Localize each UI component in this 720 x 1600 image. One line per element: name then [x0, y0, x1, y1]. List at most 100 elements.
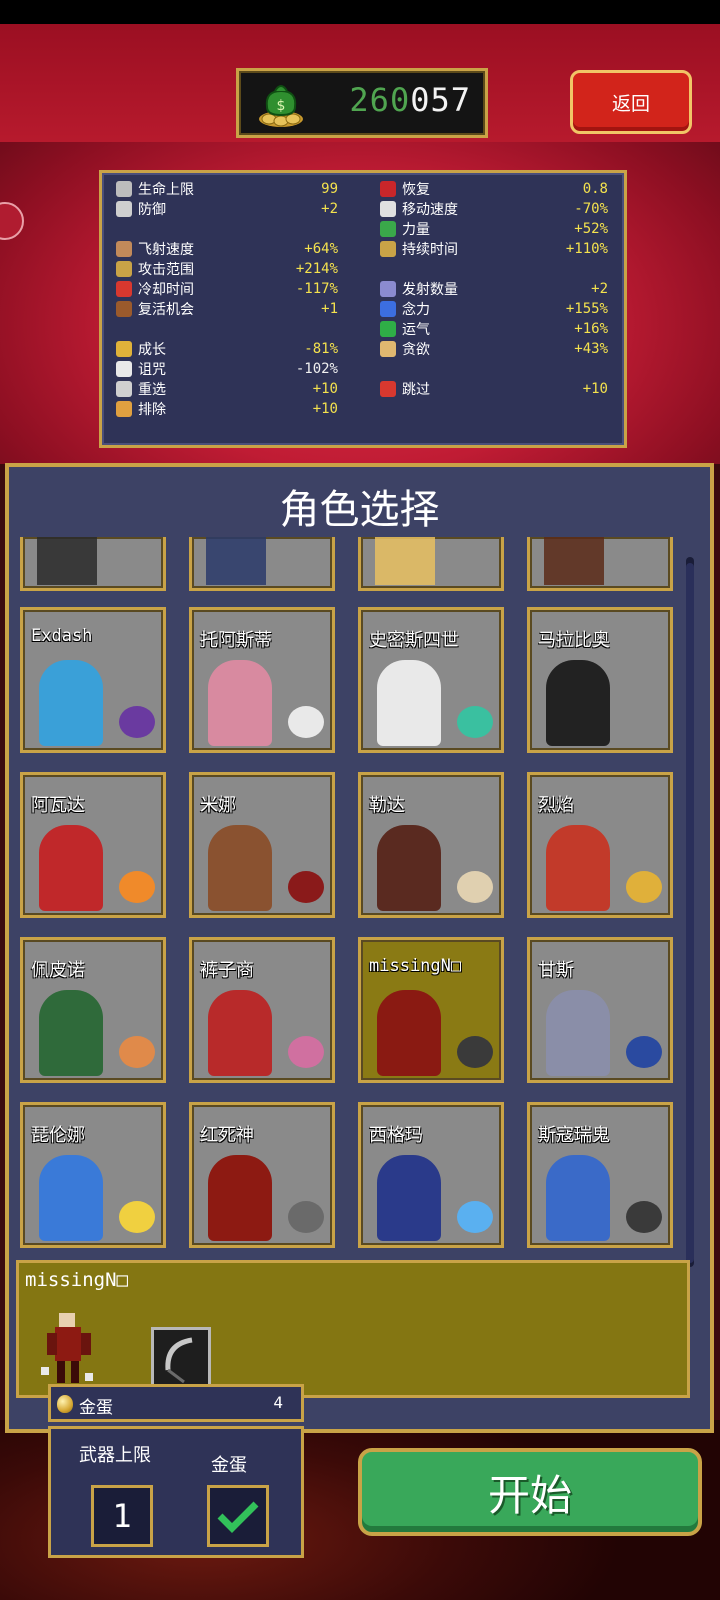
svg-text:$: $: [277, 98, 286, 114]
character-card[interactable]: 烈焰: [527, 772, 673, 918]
selected-character-name: missingN□: [25, 1269, 128, 1291]
banish-icon: [116, 401, 132, 417]
character-name: 烈焰: [538, 795, 574, 816]
stat-row: 攻击范围 +214%: [116, 259, 338, 279]
character-sprite: [208, 660, 272, 746]
weapon-limit-selector[interactable]: 1: [91, 1485, 153, 1547]
scrollbar-thumb[interactable]: [686, 563, 694, 1263]
weapon-slot: [151, 1327, 211, 1391]
hourglass-icon: [116, 281, 132, 297]
character-sprite: [546, 990, 610, 1076]
stat-row: 运气 +16%: [380, 319, 608, 339]
character-card[interactable]: 史密斯四世: [358, 607, 504, 753]
heart-recovery-icon: [380, 181, 396, 197]
stat-value: +214%: [295, 261, 338, 277]
coin-bag-icon: $: [259, 85, 303, 127]
character-name: 米娜: [200, 795, 236, 816]
character-card[interactable]: 裤子商: [189, 937, 335, 1083]
stat-label: 恢复: [402, 182, 430, 198]
character-sprite: [546, 825, 610, 911]
character-card[interactable]: 阿瓦达: [20, 772, 166, 918]
shield-icon: [116, 201, 132, 217]
stat-label: 贪欲: [402, 342, 430, 358]
weapon-limit-label: 武器上限: [79, 1445, 151, 1466]
character-card[interactable]: 西格玛: [358, 1102, 504, 1248]
stat-value: -70%: [574, 201, 608, 217]
coin-digits: 057: [410, 81, 471, 119]
character-sprite: [39, 1155, 103, 1241]
stat-value: +155%: [565, 301, 608, 317]
stat-value: +52%: [574, 221, 608, 237]
selected-character-detail: missingN□: [16, 1260, 690, 1398]
checkmark-icon: [217, 1501, 259, 1533]
character-card[interactable]: 甘斯: [527, 937, 673, 1083]
character-sprite: [375, 537, 435, 585]
sword-arm-icon: [116, 241, 132, 257]
character-card[interactable]: missingN□: [358, 937, 504, 1083]
stat-value: 0.8: [582, 181, 608, 197]
starting-weapon-icon: [457, 706, 493, 738]
stat-value: +64%: [304, 241, 338, 257]
panel-title: 角色选择: [279, 487, 440, 533]
duration-icon: [380, 241, 396, 257]
character-card-partial[interactable]: [189, 537, 335, 591]
character-card[interactable]: 米娜: [189, 772, 335, 918]
character-sprite: [208, 825, 272, 911]
starting-weapon-icon: [457, 1201, 493, 1233]
amount-icon: [380, 281, 396, 297]
character-card[interactable]: 红死神: [189, 1102, 335, 1248]
golden-egg-icon: [57, 1395, 73, 1413]
character-card-partial[interactable]: [358, 537, 504, 591]
character-card[interactable]: 勒达: [358, 772, 504, 918]
stat-value: -81%: [304, 341, 338, 357]
stat-value: +2: [591, 281, 608, 297]
starting-weapon-icon: [119, 1036, 155, 1068]
stat-row: 跳过 +10: [380, 379, 608, 399]
skull-icon: [116, 361, 132, 377]
stat-row: 念力 +155%: [380, 299, 608, 319]
stat-row: 持续时间 +110%: [380, 239, 608, 259]
character-card[interactable]: 马拉比奥: [527, 607, 673, 753]
character-card[interactable]: 斯寇瑞鬼: [527, 1102, 673, 1248]
start-button[interactable]: 开始: [358, 1448, 702, 1536]
character-card[interactable]: 琵伦娜: [20, 1102, 166, 1248]
character-name: 琵伦娜: [31, 1125, 85, 1146]
stat-value: +43%: [574, 341, 608, 357]
stat-value: +1: [321, 301, 338, 317]
golden-egg-checkbox[interactable]: [207, 1485, 269, 1547]
coin-overlap-digits: 260: [349, 81, 411, 119]
character-card[interactable]: 佩皮诺: [20, 937, 166, 1083]
character-card[interactable]: Exdash: [20, 607, 166, 753]
orb-icon: [380, 301, 396, 317]
area-icon: [116, 261, 132, 277]
stat-label: 力量: [402, 222, 430, 238]
starting-weapon-icon: [626, 1201, 662, 1233]
character-card-partial[interactable]: [20, 537, 166, 591]
stat-label: 运气: [402, 322, 430, 338]
character-name: 甘斯: [538, 960, 574, 981]
character-sprite: [39, 990, 103, 1076]
golden-egg-counter: 金蛋 4: [48, 1384, 304, 1422]
character-name: 西格玛: [369, 1125, 423, 1146]
stat-label: 成长: [138, 342, 166, 358]
starting-weapon-icon: [119, 871, 155, 903]
stat-label: 诅咒: [138, 362, 166, 378]
starting-weapon-icon: [626, 1036, 662, 1068]
stat-value: +16%: [574, 321, 608, 337]
stat-label: 冷却时间: [138, 282, 194, 298]
character-card-partial[interactable]: [527, 537, 673, 591]
character-sprite: [208, 1155, 272, 1241]
character-name: 阿瓦达: [31, 795, 85, 816]
starting-weapon-icon: [288, 871, 324, 903]
stat-label: 排除: [138, 402, 166, 418]
character-name: 斯寇瑞鬼: [538, 1125, 610, 1146]
back-button[interactable]: 返回: [570, 70, 692, 134]
starting-weapon-icon: [457, 1036, 493, 1068]
stat-label: 复活机会: [138, 302, 194, 318]
starting-weapon-icon: [626, 706, 662, 738]
stat-value: -117%: [295, 281, 338, 297]
character-name: 托阿斯蒂: [200, 630, 272, 651]
character-card[interactable]: 托阿斯蒂: [189, 607, 335, 753]
starting-weapon-icon: [457, 871, 493, 903]
stat-row: 力量 +52%: [380, 219, 608, 239]
